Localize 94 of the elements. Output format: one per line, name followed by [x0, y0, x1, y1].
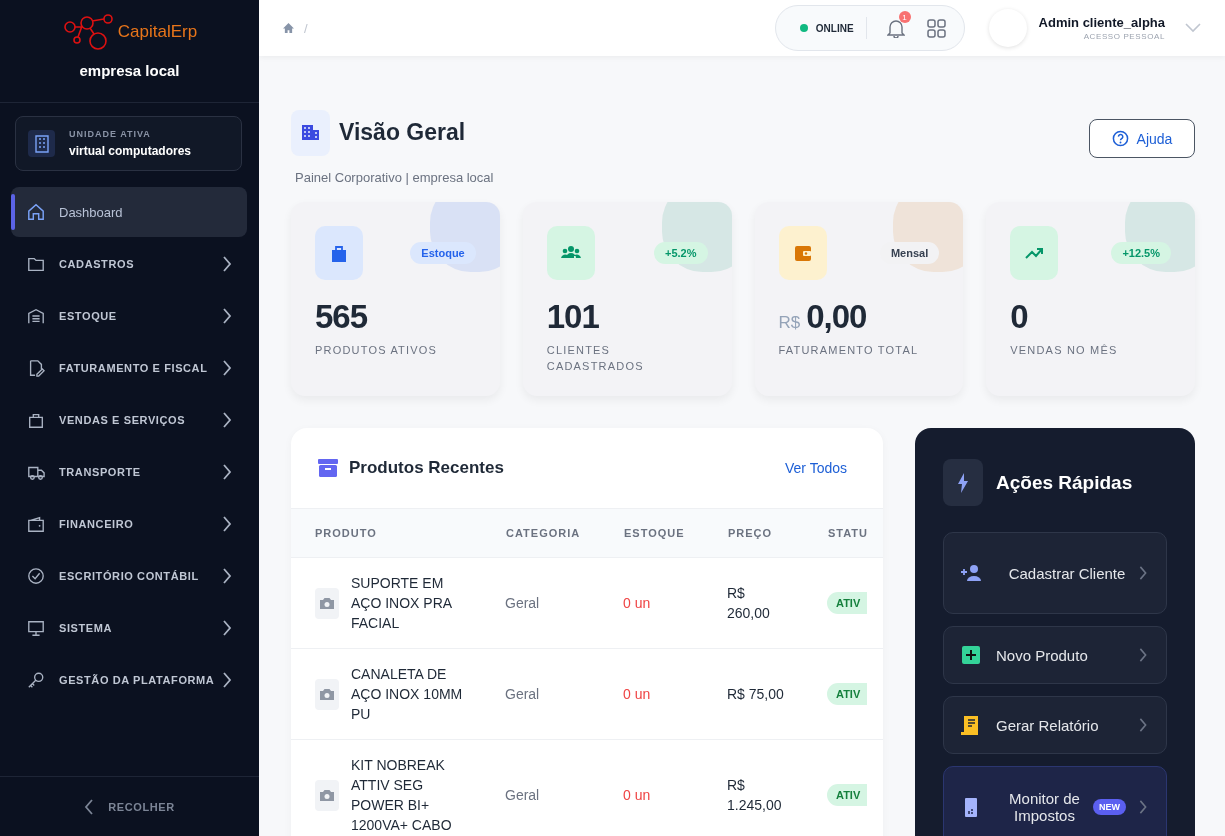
- help-button[interactable]: Ajuda: [1089, 119, 1195, 158]
- sidebar-item[interactable]: VENDAS E SERVIÇOS: [11, 395, 247, 445]
- chevron-down-icon: [1185, 23, 1201, 33]
- stat-label: CLIENTES CADASTRADOS: [546, 342, 645, 374]
- stock-text: 0 un: [623, 787, 651, 804]
- status-badge: ATIV: [827, 784, 867, 807]
- chevron-left-icon: [84, 798, 95, 815]
- category-text: Geral: [505, 686, 540, 703]
- status-text: ONLINE: [815, 22, 854, 34]
- stat-label: PRODUTOS ATIVOS: [315, 342, 439, 358]
- user-role: ACESSO PESSOAL: [1082, 32, 1165, 41]
- quick-action-button[interactable]: Monitor de Impostos NEW: [943, 766, 1167, 836]
- quick-action-button[interactable]: Gerar Relatório: [943, 696, 1167, 755]
- category-text: Geral: [505, 787, 540, 804]
- key-icon: [27, 671, 45, 689]
- column-header: ESTOQUE: [623, 508, 727, 558]
- card-title: Produtos Recentes: [349, 457, 505, 478]
- status-badge: ATIV: [827, 592, 867, 615]
- new-badge: NEW: [1093, 799, 1126, 816]
- monitor-icon: [27, 619, 45, 637]
- stat-label: FATURAMENTO TOTAL: [778, 342, 920, 358]
- breadcrumb-separator: /: [304, 20, 308, 36]
- column-header: PRODUTO: [291, 508, 505, 558]
- stock-text: 0 un: [623, 686, 651, 703]
- chevron-right-icon: [1138, 566, 1148, 581]
- stat-value: 0,00: [806, 297, 867, 336]
- add-user-icon: [960, 563, 982, 584]
- column-header: PREÇO: [727, 508, 827, 558]
- collapse-button[interactable]: RECOLHER: [78, 797, 181, 816]
- column-header: CATEGORIA: [505, 508, 623, 558]
- currency-prefix: R$: [778, 312, 801, 333]
- view-all-link[interactable]: Ver Todos: [785, 459, 847, 476]
- stat-value: 101: [546, 297, 599, 336]
- page-title: Visão Geral: [339, 119, 466, 147]
- camera-icon: [319, 687, 335, 701]
- stat-badge: Estoque: [410, 241, 476, 264]
- archive-box-icon: [317, 456, 339, 479]
- sidebar-item[interactable]: ESTOQUE: [11, 291, 247, 341]
- category-text: Geral: [505, 595, 540, 612]
- stock-text: 0 un: [623, 595, 651, 612]
- sidebar-item[interactable]: ESCRITÓRIO CONTÁBIL: [11, 551, 247, 601]
- shopping-bag-icon: [27, 411, 45, 429]
- sidebar-item[interactable]: Dashboard: [11, 187, 247, 237]
- quick-action-button[interactable]: Novo Produto: [943, 626, 1167, 685]
- unit-name: virtual computadores: [69, 144, 192, 158]
- active-unit-card[interactable]: UNIDADE ATIVA virtual computadores: [15, 116, 242, 171]
- status-dot: [799, 24, 808, 32]
- price-text: R$ 260,00: [727, 584, 771, 624]
- quick-action-button[interactable]: Cadastrar Cliente: [943, 532, 1167, 615]
- panel-title: Ações Rápidas: [996, 471, 1133, 494]
- price-text: R$ 1.245,00: [727, 776, 783, 816]
- sidebar-item[interactable]: CADASTROS: [11, 239, 247, 289]
- apps-grid-icon: [926, 18, 946, 38]
- logo-text: CapitalErp: [117, 22, 198, 42]
- stat-value: 0: [1010, 297, 1028, 336]
- product-name: KIT NOBREAK ATTIV SEG POWER BI+ 1200VA+ CABO: [351, 756, 453, 836]
- camera-icon: [319, 596, 335, 610]
- document-pen-icon: [27, 359, 45, 377]
- stat-value: 565: [315, 297, 368, 336]
- chevron-right-icon: [1138, 718, 1148, 733]
- product-name: CANALETA DE AÇO INOX 10MM PU: [351, 665, 464, 725]
- company-name: empresa local: [79, 62, 180, 79]
- unit-label: UNIDADE ATIVA: [69, 129, 152, 139]
- home-icon: [27, 203, 45, 221]
- user-name: Admin cliente_alpha: [1038, 15, 1165, 30]
- stat-badge: +12.5%: [1111, 241, 1171, 264]
- check-badge-icon: [27, 567, 45, 585]
- sidebar-item[interactable]: TRANSPORTE: [11, 447, 247, 497]
- sidebar-item[interactable]: FATURAMENTO E FISCAL: [11, 343, 247, 393]
- notification-badge: 1: [898, 11, 911, 23]
- chevron-right-icon: [1138, 800, 1148, 815]
- wallet-icon: [27, 515, 45, 533]
- warehouse-icon: [27, 307, 45, 325]
- stat-label: VENDAS NO MÊS: [1010, 342, 1119, 358]
- folder-icon: [27, 255, 45, 273]
- page-subtitle: Painel Corporativo | empresa local: [295, 169, 495, 185]
- column-header: STATU: [827, 508, 883, 558]
- status-badge: ATIV: [827, 683, 867, 706]
- bell-icon: [886, 18, 905, 38]
- price-text: R$ 75,00: [727, 685, 785, 705]
- sidebar-item[interactable]: SISTEMA: [11, 603, 247, 653]
- lightning-icon: [957, 472, 969, 493]
- camera-icon: [319, 788, 335, 802]
- help-icon: [1111, 130, 1129, 147]
- plus-square-icon: [960, 645, 982, 666]
- notifications-button[interactable]: [886, 18, 905, 38]
- stat-badge: +5.2%: [654, 241, 708, 264]
- building-icon: [34, 134, 49, 153]
- building-icon: [301, 124, 320, 142]
- product-name: SUPORTE EM AÇO INOX PRA FACIAL: [351, 574, 453, 634]
- sidebar-item[interactable]: FINANCEIRO: [11, 499, 247, 549]
- home-icon: [283, 23, 294, 33]
- sidebar-item[interactable]: GESTÃO DA PLATAFORMA: [11, 655, 247, 705]
- chevron-right-icon: [1138, 648, 1148, 663]
